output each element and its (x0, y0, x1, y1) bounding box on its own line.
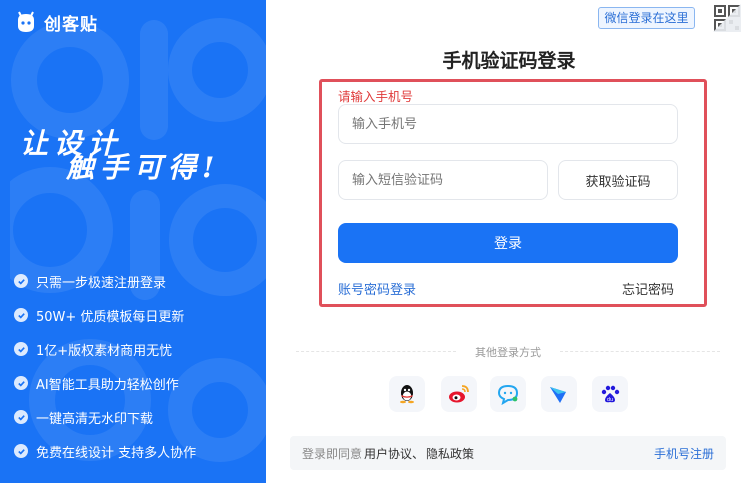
chat-icon (497, 384, 519, 406)
feature-item: AI智能工具助力轻松创作 (14, 366, 196, 400)
promo-panel: 创客贴 让设计 触手可得! 只需一步极速注册登录 50W+ 优质模板每日更新 1… (0, 0, 266, 483)
feature-item: 免费在线设计 支持多人协作 (14, 434, 196, 468)
phone-register-link[interactable]: 手机号注册 (654, 445, 714, 462)
other-login-label: 其他登录方式 (475, 346, 541, 359)
agreement-bar: 登录即同意 用户协议、 隐私政策 手机号注册 (290, 436, 726, 470)
feature-text: 一键高清无水印下载 (36, 411, 154, 427)
chat-login-button[interactable] (490, 376, 526, 412)
qq-icon (400, 385, 414, 404)
check-icon (14, 444, 28, 458)
user-agreement-link[interactable]: 用户协议、 (364, 445, 424, 462)
privacy-policy-link[interactable]: 隐私政策 (426, 445, 474, 462)
phone-input[interactable] (338, 104, 678, 144)
sms-code-input[interactable] (338, 160, 548, 200)
check-icon (14, 342, 28, 356)
page-title: 手机验证码登录 (442, 50, 576, 72)
divider-right (560, 351, 720, 352)
brand-name: 创客贴 (44, 15, 98, 35)
feature-item: 1亿+版权素材商用无忧 (14, 332, 196, 366)
baidu-icon: du (601, 385, 620, 403)
baidu-login-button[interactable]: du (592, 376, 628, 412)
weibo-icon (449, 385, 469, 403)
logo-icon (18, 11, 34, 32)
feature-item: 50W+ 优质模板每日更新 (14, 298, 196, 332)
feature-text: 只需一步极速注册登录 (36, 275, 167, 291)
weibo-login-button[interactable] (441, 376, 477, 412)
brand-logo[interactable]: 创客贴 (14, 10, 98, 35)
divider-left (296, 351, 456, 352)
qq-login-button[interactable] (389, 376, 425, 412)
password-login-link[interactable]: 账号密码登录 (338, 279, 416, 298)
feature-text: 50W+ 优质模板每日更新 (36, 309, 185, 325)
feishu-icon (550, 387, 566, 403)
feishu-login-button[interactable] (541, 376, 577, 412)
feature-text: 免费在线设计 支持多人协作 (36, 445, 197, 461)
get-code-button[interactable]: 获取验证码 (558, 160, 678, 200)
feature-text: 1亿+版权素材商用无忧 (36, 343, 173, 359)
check-icon (14, 308, 28, 322)
phone-hint: 请输入手机号 (338, 89, 414, 104)
svg-text:du: du (607, 397, 613, 403)
login-button[interactable]: 登录 (338, 223, 678, 263)
check-icon (14, 376, 28, 390)
agreement-prefix: 登录即同意 (302, 446, 363, 461)
feature-item: 只需一步极速注册登录 (14, 264, 196, 298)
feature-text: AI智能工具助力轻松创作 (36, 377, 179, 393)
qr-code-icon[interactable] (713, 4, 741, 32)
wechat-login-tip[interactable]: 微信登录在这里 (598, 7, 695, 29)
check-icon (14, 410, 28, 424)
forgot-password-link[interactable]: 忘记密码 (622, 279, 674, 298)
feature-list: 只需一步极速注册登录 50W+ 优质模板每日更新 1亿+版权素材商用无忧 AI智… (14, 264, 196, 468)
feature-item: 一键高清无水印下载 (14, 400, 196, 434)
slogan-line-2: 触手可得! (66, 151, 221, 184)
check-icon (14, 274, 28, 288)
